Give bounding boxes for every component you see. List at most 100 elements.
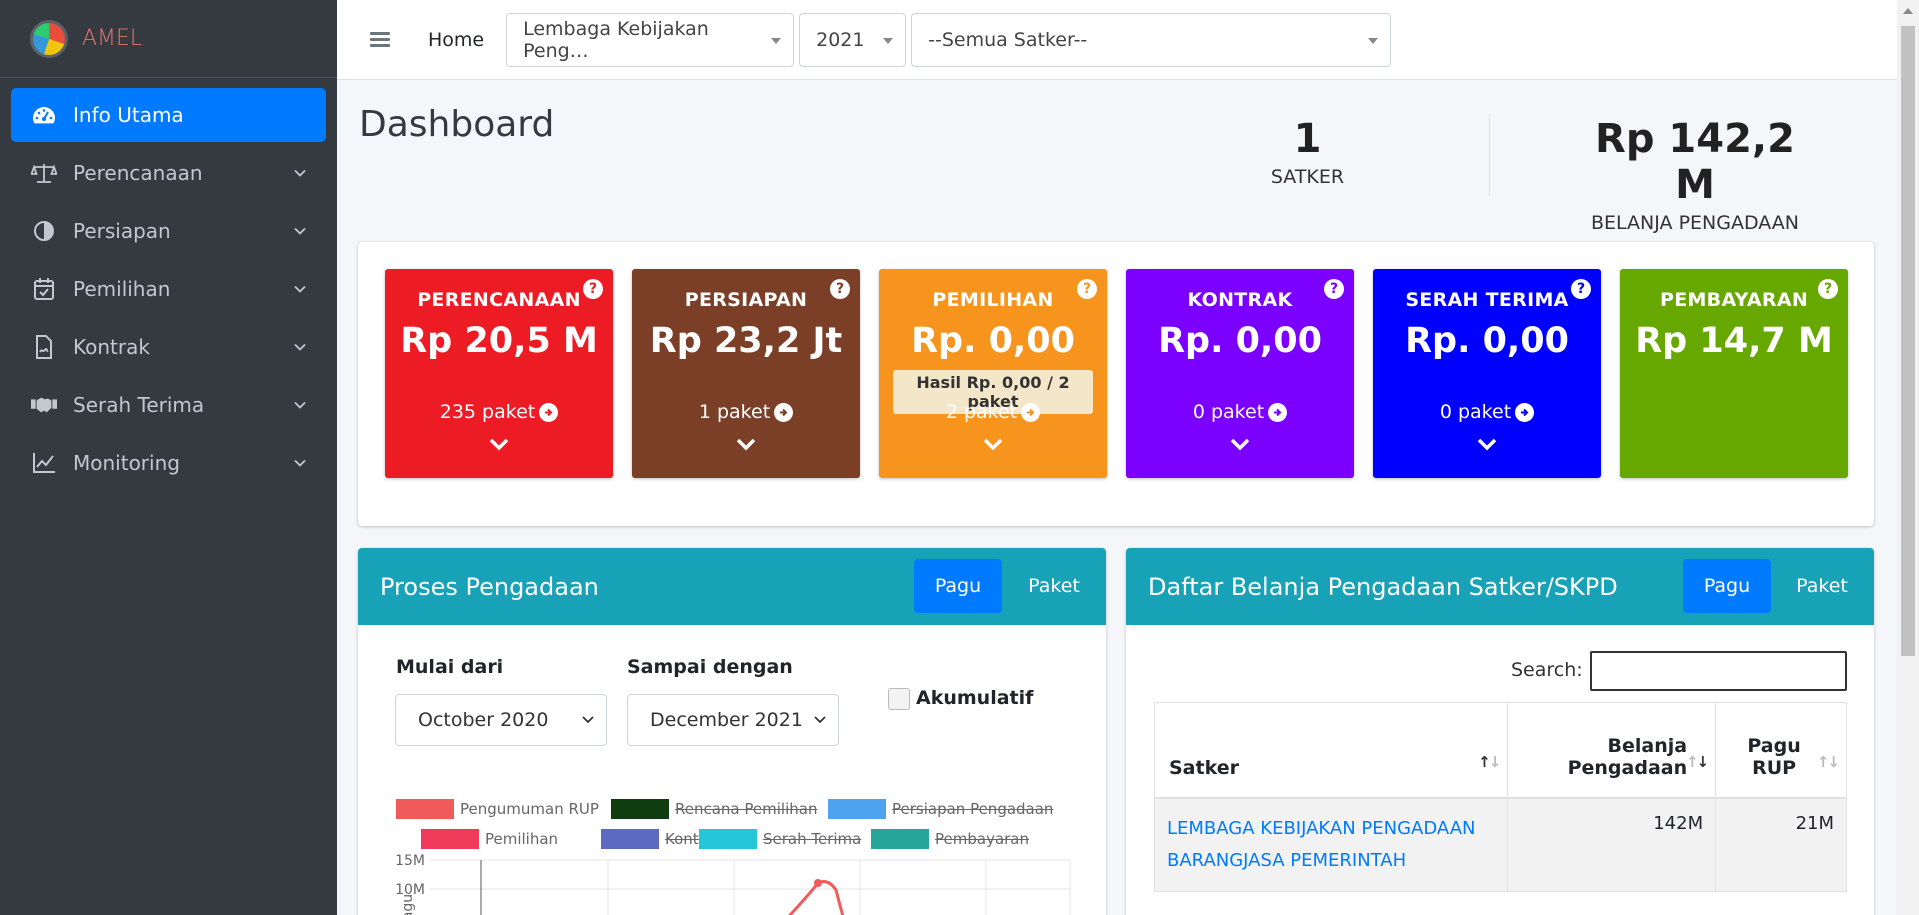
column-label: RUP — [1752, 756, 1797, 779]
satker-select[interactable]: --Semua Satker-- — [911, 12, 1392, 67]
chevron-down-icon[interactable] — [632, 437, 860, 451]
home-link[interactable]: Home — [428, 29, 484, 51]
sort-icon: ↑↓ — [1685, 752, 1709, 771]
legend-item-serah-terima[interactable]: Serah Terima — [699, 829, 861, 849]
column-header-pagu-rup[interactable]: Pagu RUP ↑↓ — [1715, 702, 1847, 799]
sidebar-item-label: Persiapan — [73, 219, 171, 243]
paket-toggle-button[interactable]: Paket — [1013, 559, 1095, 613]
chevron-down-icon[interactable] — [385, 437, 613, 451]
cell-belanja: 142M — [1507, 797, 1717, 892]
card-pembayaran[interactable]: PEMBAYARAN ? Rp 14,7 M — [1620, 269, 1848, 478]
year-select[interactable]: 2021 — [799, 12, 907, 67]
sidebar-item-label: Perencanaan — [73, 161, 203, 185]
chevron-down-icon — [294, 401, 306, 409]
search-input[interactable] — [1590, 651, 1847, 691]
sidebar-item-pemilihan[interactable]: Pemilihan — [11, 262, 326, 316]
card-title: PERENCANAAN — [417, 289, 581, 311]
card-paket-link[interactable]: 0 paket — [1373, 401, 1601, 423]
sidebar-item-serah-terima[interactable]: Serah Terima — [11, 378, 326, 432]
card-paket-link[interactable]: 0 paket — [1126, 401, 1354, 423]
column-label: Pagu — [1747, 734, 1801, 757]
column-header-belanja[interactable]: Belanja Pengadaan ↑↓ — [1507, 702, 1717, 799]
pagu-toggle-button[interactable]: Pagu — [1683, 559, 1771, 613]
legend-item-pengumuman-rup[interactable]: Pengumuman RUP — [396, 799, 599, 819]
sidebar-item-label: Monitoring — [73, 451, 180, 475]
chevron-down-icon[interactable] — [1126, 437, 1354, 451]
daftar-panel-title: Daftar Belanja Pengadaan Satker/SKPD — [1148, 572, 1618, 601]
satker-select-value: --Semua Satker-- — [928, 28, 1088, 51]
legend-item-rencana-pemilihan[interactable]: Rencana Pemilihan — [611, 799, 817, 819]
brand[interactable]: AMEL — [0, 0, 337, 78]
lembaga-select[interactable]: Lembaga Kebijakan Peng… — [506, 12, 795, 67]
card-paket-link[interactable]: 235 paket — [385, 401, 613, 423]
scroll-thumb[interactable] — [1901, 26, 1915, 656]
help-icon[interactable]: ? — [830, 279, 850, 299]
legend-swatch — [871, 829, 929, 849]
card-title: PERSIAPAN — [684, 289, 808, 311]
card-kontrak[interactable]: KONTRAK ? Rp. 0,00 0 paket — [1126, 269, 1354, 478]
mulai-dari-label: Mulai dari — [396, 656, 504, 678]
help-icon[interactable]: ? — [1324, 279, 1344, 299]
topbar: Home Lembaga Kebijakan Peng… 2021 --Semu… — [337, 0, 1897, 80]
page-title: Dashboard — [359, 104, 555, 145]
sidebar-item-persiapan[interactable]: Persiapan — [11, 204, 326, 258]
y-tick-label: 15M — [395, 853, 425, 869]
chevron-down-icon — [582, 716, 594, 724]
akumulatif-checkbox[interactable] — [888, 688, 910, 710]
column-label: Belanja — [1607, 734, 1688, 757]
help-icon[interactable]: ? — [1571, 279, 1591, 299]
legend-item-persiapan-pengadaan[interactable]: Persiapan Pengadaan — [828, 799, 1053, 819]
legend-item-pemilihan[interactable]: Pemilihan — [421, 829, 558, 849]
page-scrollbar[interactable] — [1897, 0, 1919, 915]
paket-toggle-button[interactable]: Paket — [1781, 559, 1863, 613]
sidebar-item-monitoring[interactable]: Monitoring — [11, 436, 326, 490]
column-header-satker[interactable]: Satker ↑↓ — [1153, 702, 1509, 799]
card-paket-link[interactable]: 1 paket — [632, 401, 860, 423]
calendar-check-icon — [31, 277, 57, 301]
hamburger-menu-icon[interactable] — [370, 29, 390, 50]
card-amount: Rp. 0,00 — [1158, 321, 1322, 361]
series-line-pengumuman-rup — [788, 880, 845, 915]
card-paket-link[interactable]: 2 paket — [879, 401, 1107, 423]
chevron-down-icon — [294, 227, 306, 235]
file-contract-icon — [31, 335, 57, 359]
lembaga-select-value: Lembaga Kebijakan Peng… — [523, 17, 709, 62]
help-icon[interactable]: ? — [583, 279, 603, 299]
sidebar-nav: Info Utama Perencanaan Persiapan Pemilih… — [0, 78, 337, 504]
proses-panel-title: Proses Pengadaan — [380, 572, 599, 601]
sidebar-item-label: Info Utama — [73, 103, 184, 127]
proses-panel-header: Proses Pengadaan Pagu Paket — [358, 548, 1106, 625]
card-persiapan[interactable]: PERSIAPAN ? Rp 23,2 Jt 1 paket — [632, 269, 860, 478]
card-serah-terima[interactable]: SERAH TERIMA ? Rp. 0,00 0 paket — [1373, 269, 1601, 478]
sampai-dengan-value: December 2021 — [650, 709, 803, 731]
sidebar-item-kontrak[interactable]: Kontrak — [11, 320, 326, 374]
help-icon[interactable]: ? — [1077, 279, 1097, 299]
sampai-dengan-label: Sampai dengan — [627, 656, 793, 678]
card-perencanaan[interactable]: PERENCANAAN ? Rp 20,5 M 235 paket — [385, 269, 613, 478]
stat-belanja-label: BELANJA PENGADAAN — [1590, 212, 1799, 234]
legend-label: Rencana Pemilihan — [675, 800, 818, 818]
mulai-dari-select[interactable]: October 2020 — [395, 694, 607, 746]
pagu-toggle-button[interactable]: Pagu — [914, 559, 1002, 613]
legend-item-pembayaran[interactable]: Pembayaran — [871, 829, 1029, 849]
scroll-up-arrow-icon[interactable] — [1903, 8, 1913, 14]
sidebar-item-info-utama[interactable]: Info Utama — [11, 88, 326, 142]
satker-link[interactable]: LEMBAGA KEBIJAKAN PENGADAAN BARANGJASA PE… — [1167, 818, 1475, 871]
legend-label: Pembayaran — [935, 830, 1029, 848]
card-pemilihan[interactable]: PEMILIHAN ? Rp. 0,00 Hasil Rp. 0,00 / 2 … — [879, 269, 1107, 478]
chevron-down-icon[interactable] — [879, 437, 1107, 451]
mulai-dari-value: October 2020 — [418, 709, 549, 731]
arrow-right-circle-icon — [539, 402, 559, 422]
arrow-right-circle-icon — [1515, 402, 1535, 422]
sort-icon: ↑↓ — [1816, 752, 1840, 771]
sidebar-item-perencanaan[interactable]: Perencanaan — [11, 146, 326, 200]
card-paket-count: 0 paket — [1192, 401, 1265, 423]
chevron-down-icon[interactable] — [1373, 437, 1601, 451]
cell-pagu-rup: 21M — [1715, 797, 1847, 892]
legend-swatch — [396, 799, 454, 819]
help-icon[interactable]: ? — [1818, 279, 1838, 299]
legend-label: Persiapan Pengadaan — [892, 800, 1054, 818]
akumulatif-label[interactable]: Akumulatif — [916, 687, 1033, 709]
card-amount: Rp 23,2 Jt — [649, 321, 843, 361]
sampai-dengan-select[interactable]: December 2021 — [627, 694, 839, 746]
